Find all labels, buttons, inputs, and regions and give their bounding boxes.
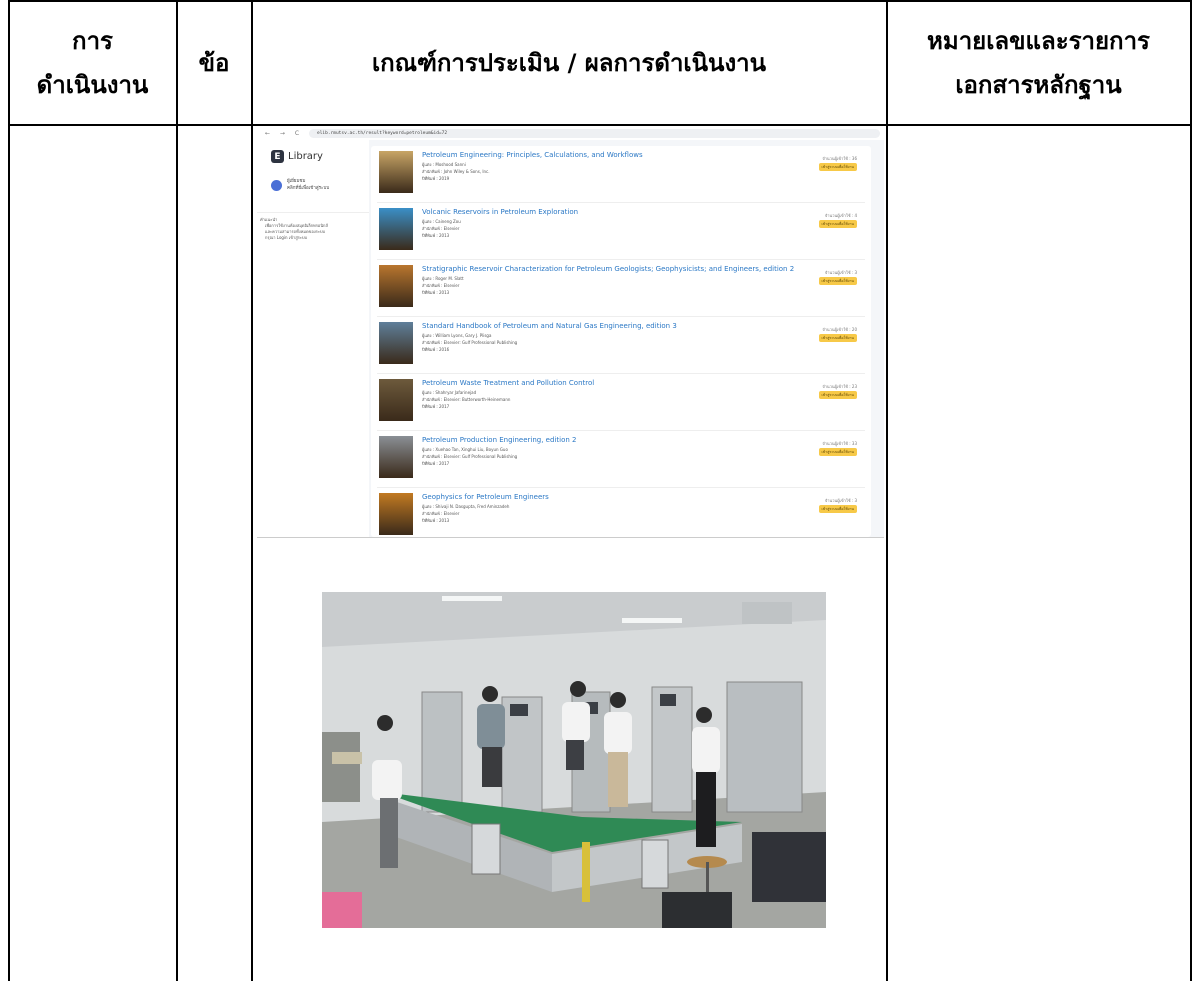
book-title[interactable]: Stratigraphic Reservoir Characterization… — [422, 265, 794, 273]
library-logo: E Library — [271, 150, 323, 163]
book-usage-count: จำนวนผู้เข้าใช้ : 4 — [824, 213, 857, 218]
book-year: ปีที่พิมพ์ : 2017 — [422, 403, 450, 409]
browser-url: elib.rmutsv.ac.th/result?keyword=petrole… — [309, 128, 880, 138]
table-border-right — [1190, 0, 1192, 981]
result-item[interactable]: Petroleum Waste Treatment and Pollution … — [377, 376, 865, 431]
book-year: ปีที่พิมพ์ : 2013 — [422, 517, 450, 523]
search-results-list: Petroleum Engineering: Principles, Calcu… — [371, 146, 871, 537]
book-publisher: สำนักพิมพ์ : Elsevier: Butterworth-Heine… — [422, 396, 511, 402]
login-badge[interactable]: เข้าสู่ระบบเพื่อใช้งาน — [818, 277, 857, 285]
result-item[interactable]: Petroleum Engineering: Principles, Calcu… — [377, 148, 865, 203]
column-divider-3 — [886, 0, 888, 981]
book-usage-count: จำนวนผู้เข้าใช้ : 3 — [824, 498, 857, 503]
header-criteria-label: เกณฑ์การประเมิน / ผลการดำเนินงาน — [371, 49, 767, 77]
book-author: ผู้แต่ง : Roger M. Slatt — [422, 276, 464, 281]
header-evidence: หมายเลขและรายการ เอกสารหลักฐาน — [887, 0, 1190, 126]
book-title[interactable]: Standard Handbook of Petroleum and Natur… — [422, 322, 677, 330]
book-title[interactable]: Petroleum Production Engineering, editio… — [422, 436, 576, 444]
column-divider-2 — [251, 0, 253, 981]
book-usage-count: จำนวนผู้เข้าใช้ : 3 — [824, 270, 857, 275]
login-badge[interactable]: เข้าสู่ระบบเพื่อใช้งาน — [818, 163, 857, 171]
book-cover[interactable] — [379, 151, 413, 193]
result-item[interactable]: Stratigraphic Reservoir Characterization… — [377, 262, 865, 317]
result-item[interactable]: Geophysics for Petroleum Engineers ผู้แต่… — [377, 490, 865, 537]
book-author: ผู้แต่ง : Shivaji N. Dasgupta, Fred Amin… — [422, 504, 510, 509]
book-publisher: สำนักพิมพ์ : Elsevier — [422, 225, 460, 231]
book-usage-count: จำนวนผู้เข้าใช้ : 20 — [822, 327, 857, 332]
book-usage-count: จำนวนผู้เข้าใช้ : 33 — [822, 441, 857, 446]
login-badge[interactable]: เข้าสู่ระบบเพื่อใช้งาน — [818, 391, 857, 399]
avatar — [271, 179, 282, 191]
book-meta: ผู้แต่ง : Caineng Zou สำนักพิมพ์ : Elsevi… — [422, 219, 461, 239]
header-criteria: เกณฑ์การประเมิน / ผลการดำเนินงาน — [252, 0, 886, 126]
header-operation-line1: การ — [72, 27, 113, 55]
book-year: ปีที่พิมพ์ : 2013 — [422, 289, 450, 295]
result-item[interactable]: Petroleum Production Engineering, editio… — [377, 433, 865, 488]
book-title[interactable]: Geophysics for Petroleum Engineers — [422, 493, 549, 501]
book-author: ผู้แต่ง : Xuehao Tan, Xinghui Liu, Boyun… — [422, 447, 508, 452]
table-border-left — [8, 0, 10, 981]
result-item[interactable]: Volcanic Reservoirs in Petroleum Explora… — [377, 205, 865, 260]
header-item: ข้อ — [177, 0, 251, 126]
book-cover[interactable] — [379, 493, 413, 535]
header-operation: การ ดำเนินงาน — [9, 0, 176, 126]
header-evidence-line2: เอกสารหลักฐาน — [955, 71, 1122, 99]
header-evidence-line1: หมายเลขและรายการ — [927, 27, 1150, 55]
book-author: ผู้แต่ง : Shahryar Jafarinejad — [422, 390, 477, 395]
book-author: ผู้แต่ง : Moshood Sanni — [422, 162, 466, 167]
login-badge[interactable]: เข้าสู่ระบบเพื่อใช้งาน — [818, 334, 857, 342]
book-title[interactable]: Petroleum Engineering: Principles, Calcu… — [422, 151, 643, 159]
book-year: ปีที่พิมพ์ : 2019 — [422, 175, 450, 181]
login-badge[interactable]: เข้าสู่ระบบเพื่อใช้งาน — [818, 448, 857, 456]
book-meta: ผู้แต่ง : Shivaji N. Dasgupta, Fred Amin… — [422, 504, 509, 524]
book-year: ปีที่พิมพ์ : 2013 — [422, 232, 450, 238]
laboratory-photo — [322, 592, 826, 928]
book-year: ปีที่พิมพ์ : 2016 — [422, 346, 450, 352]
user-name: ผู้เยี่ยมชม — [287, 179, 306, 184]
column-divider-1 — [176, 0, 178, 981]
login-note: คำแนะนำ เพื่อการใช้งานห้องสมุดอิเล็กทรอน… — [257, 212, 369, 241]
elibrary-screenshot: ← → C elib.rmutsv.ac.th/result?keyword=p… — [257, 126, 884, 538]
user-profile: ผู้เยี่ยมชม คลิกที่นี่เพื่อเข้าสู่ระบบ — [271, 178, 329, 192]
book-author: ผู้แต่ง : William Lyons, Gary J. Plisga — [422, 333, 492, 338]
book-usage-count: จำนวนผู้เข้าใช้ : 36 — [822, 156, 857, 161]
browser-nav-icons: ← → C — [265, 129, 304, 137]
book-title[interactable]: Volcanic Reservoirs in Petroleum Explora… — [422, 208, 578, 216]
header-item-label: ข้อ — [198, 49, 230, 77]
book-publisher: สำนักพิมพ์ : Elsevier — [422, 282, 460, 288]
book-cover[interactable] — [379, 436, 413, 478]
book-cover[interactable] — [379, 379, 413, 421]
book-author: ผู้แต่ง : Caineng Zou — [422, 219, 461, 224]
book-meta: ผู้แต่ง : Xuehao Tan, Xinghui Liu, Boyun… — [422, 447, 517, 467]
book-meta: ผู้แต่ง : William Lyons, Gary J. Plisga ส… — [422, 333, 517, 353]
book-year: ปีที่พิมพ์ : 2017 — [422, 460, 450, 466]
book-publisher: สำนักพิมพ์ : Elsevier: Gulf Professional… — [422, 339, 518, 345]
book-publisher: สำนักพิมพ์ : Elsevier: Gulf Professional… — [422, 453, 518, 459]
book-title[interactable]: Petroleum Waste Treatment and Pollution … — [422, 379, 594, 387]
header-operation-line2: ดำเนินงาน — [36, 71, 149, 99]
book-usage-count: จำนวนผู้เข้าใช้ : 23 — [822, 384, 857, 389]
sidebar: E Library ผู้เยี่ยมชม คลิกที่นี่เพื่อเข้… — [257, 140, 369, 537]
book-publisher: สำนักพิมพ์ : Elsevier — [422, 510, 460, 516]
login-badge[interactable]: เข้าสู่ระบบเพื่อใช้งาน — [818, 220, 857, 228]
book-cover[interactable] — [379, 208, 413, 250]
browser-bar: ← → C elib.rmutsv.ac.th/result?keyword=p… — [257, 126, 884, 140]
book-meta: ผู้แต่ง : Moshood Sanni สำนักพิมพ์ : John… — [422, 162, 490, 182]
book-cover[interactable] — [379, 322, 413, 364]
e-logo-icon: E — [271, 150, 284, 163]
login-badge[interactable]: เข้าสู่ระบบเพื่อใช้งาน — [818, 505, 857, 513]
book-publisher: สำนักพิมพ์ : John Wiley & Sons, Inc. — [422, 168, 490, 174]
book-cover[interactable] — [379, 265, 413, 307]
user-subtitle: คลิกที่นี่เพื่อเข้าสู่ระบบ — [287, 186, 330, 191]
note-line: กรุณา Login เข้าสู่ระบบ — [265, 235, 308, 240]
book-meta: ผู้แต่ง : Shahryar Jafarinejad สำนักพิมพ์… — [422, 390, 510, 410]
result-item[interactable]: Standard Handbook of Petroleum and Natur… — [377, 319, 865, 374]
book-meta: ผู้แต่ง : Roger M. Slatt สำนักพิมพ์ : Els… — [422, 276, 464, 296]
app-name: Library — [288, 151, 323, 162]
